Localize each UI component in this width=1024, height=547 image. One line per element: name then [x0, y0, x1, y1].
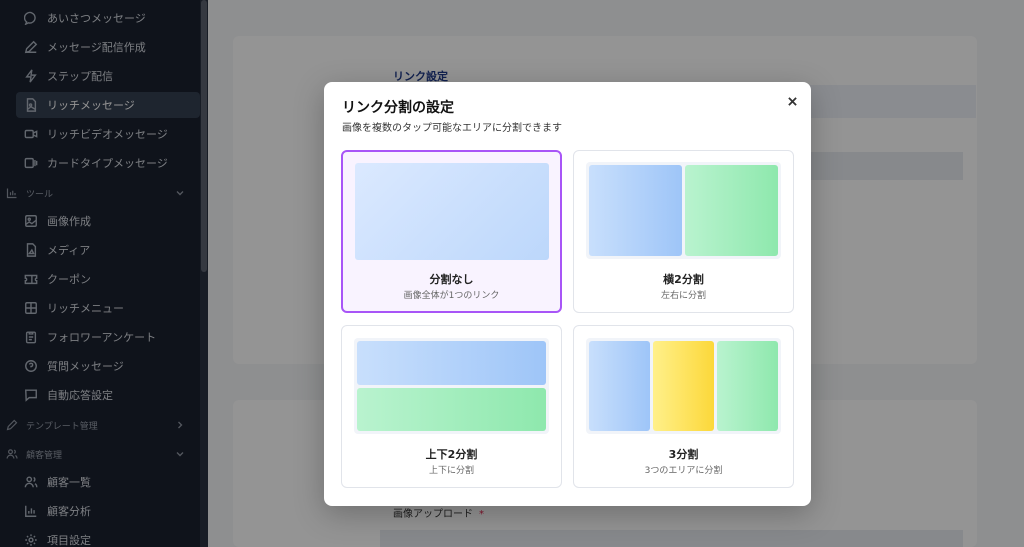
option-three-split[interactable]: 3分割 3つのエリアに分割	[573, 325, 794, 488]
close-button[interactable]	[783, 92, 801, 110]
option-description: 3つのエリアに分割	[644, 466, 723, 476]
preview-right-area	[685, 165, 778, 256]
preview-top-area	[357, 341, 546, 385]
option-name: 上下2分割	[425, 448, 478, 461]
preview-bottom-area	[357, 388, 546, 431]
option-name: 分割なし	[429, 273, 474, 286]
option-description: 左右に分割	[660, 291, 706, 301]
option-description: 上下に分割	[428, 466, 474, 476]
option-no-split[interactable]: 分割なし 画像全体が1つのリンク	[341, 150, 562, 313]
modal-title: リンク分割の設定	[342, 100, 454, 116]
preview-left-area	[589, 165, 682, 256]
option-description: 画像全体が1つのリンク	[403, 291, 500, 301]
preview-right-area	[717, 341, 778, 431]
modal-subtitle: 画像を複数のタップ可能なエリアに分割できます	[342, 123, 562, 134]
option-horizontal-2[interactable]: 横2分割 左右に分割	[573, 150, 794, 313]
preview-left-area	[589, 341, 650, 431]
preview-center-area	[653, 341, 714, 431]
option-name: 3分割	[668, 448, 699, 461]
close-icon	[787, 96, 797, 106]
link-split-modal: リンク分割の設定 画像を複数のタップ可能なエリアに分割できます 分割なし 画像全…	[324, 82, 811, 506]
option-vertical-2[interactable]: 上下2分割 上下に分割	[341, 325, 562, 488]
option-name: 横2分割	[663, 273, 704, 286]
preview-single-area	[355, 163, 549, 260]
